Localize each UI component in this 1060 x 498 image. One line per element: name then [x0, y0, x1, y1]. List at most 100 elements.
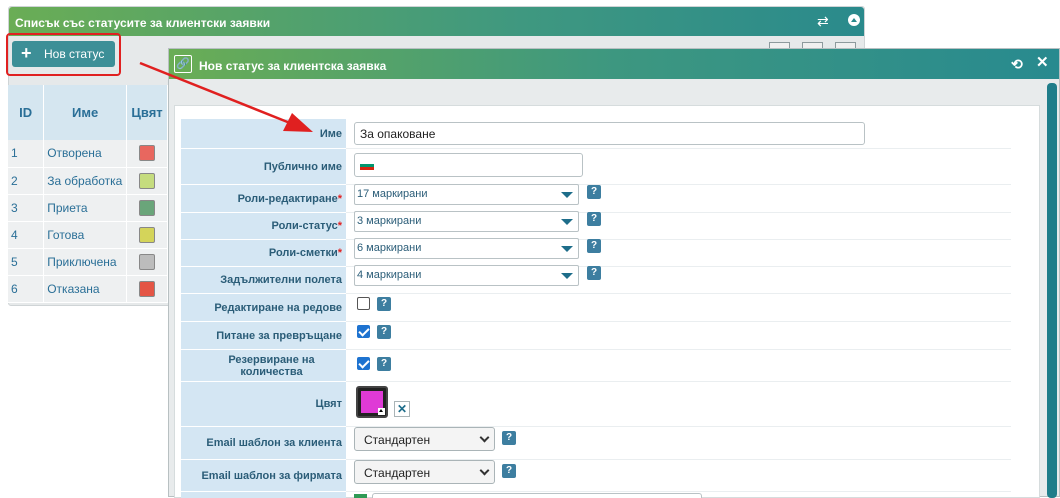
help-icon[interactable]: ? [587, 239, 601, 253]
bulgarian-flag-icon [360, 161, 374, 170]
color-value-cell [346, 382, 1011, 427]
table-row[interactable]: 4 Готова [8, 221, 168, 249]
ask-convert-value-cell [346, 322, 1011, 350]
reserve-qty-checkbox[interactable] [357, 357, 370, 370]
table-row[interactable]: 5 Приключена [8, 248, 168, 276]
table-row[interactable]: 1 Отворена [8, 140, 168, 168]
history-icon[interactable]: ⟲ [1011, 56, 1023, 72]
roles-status-label: Роли-статус * [181, 213, 346, 240]
help-icon[interactable]: ? [502, 464, 516, 478]
row-id: 2 [8, 167, 45, 195]
partial-input[interactable] [372, 493, 702, 498]
color-swatch [139, 253, 156, 270]
email-client-select[interactable]: Стандартен [354, 427, 495, 451]
row-color [126, 248, 168, 276]
help-icon[interactable]: ? [502, 431, 516, 445]
public-name-label: Публично име [181, 149, 346, 185]
row-color [126, 221, 168, 249]
row-name[interactable]: Отказана [43, 275, 128, 303]
roles-status-select[interactable]: 3 маркирани [354, 211, 579, 232]
help-icon[interactable]: ? [377, 357, 391, 371]
dropdown-arrow-icon [561, 219, 573, 225]
row-name[interactable]: Приключена [43, 248, 128, 276]
row-color [126, 194, 168, 222]
roles-edit-select[interactable]: 17 маркирани [354, 184, 579, 205]
row-name[interactable]: Готова [43, 221, 128, 249]
edit-rows-value-cell [346, 294, 1011, 322]
next-row-label [181, 492, 346, 498]
row-name[interactable]: За обработка [43, 167, 128, 195]
help-icon[interactable]: ? [377, 297, 391, 311]
roles-bills-value: 6 маркирани [357, 242, 422, 254]
chevron-down-icon [479, 465, 490, 476]
required-fields-label: Задължителни полета [181, 267, 346, 294]
ask-convert-checkbox[interactable] [357, 325, 370, 338]
row-id: 4 [8, 221, 45, 249]
table-row[interactable]: 2 За обработка [8, 167, 168, 195]
annotation-highlight-box [6, 33, 121, 76]
help-icon[interactable]: ? [587, 212, 601, 226]
reserve-qty-label: Резервиране на количества [181, 350, 346, 382]
table-row[interactable]: 6 Отказана [8, 275, 168, 303]
public-name-input[interactable] [354, 153, 583, 177]
reserve-qty-value-cell [346, 350, 1011, 382]
roles-edit-label: Роли-редактиране * [181, 185, 346, 213]
name-label: Име [181, 119, 346, 149]
color-swatch [139, 280, 156, 297]
col-header-name[interactable]: Име [43, 85, 128, 140]
swap-icon[interactable]: ⇄ [817, 13, 833, 29]
row-id: 3 [8, 194, 45, 222]
roles-bills-label: Роли-сметки * [181, 240, 346, 267]
new-status-dialog: 🔗 Нов статус за клиентска заявка ⟲ ✕ Име… [168, 48, 1060, 498]
partial-checkbox[interactable] [354, 494, 367, 498]
color-label: Цвят [181, 382, 346, 427]
row-color [126, 140, 168, 168]
email-client-label: Email шаблон за клиента [181, 427, 346, 460]
edit-rows-checkbox[interactable] [357, 297, 370, 310]
status-table: ID Име Цвят 1 Отворена 2 За обработка 3 Приет… [8, 85, 168, 303]
table-row[interactable]: 3 Приета [8, 194, 168, 222]
email-company-label: Email шаблон за фирмата [181, 460, 346, 492]
required-fields-value: 4 маркирани [357, 269, 422, 281]
color-picker-arrow-icon [378, 408, 385, 415]
row-name[interactable]: Приета [43, 194, 128, 222]
close-icon[interactable]: ✕ [1036, 55, 1049, 71]
dialog-title: Нов статус за клиентска заявка [199, 59, 387, 73]
help-icon[interactable]: ? [587, 266, 601, 280]
edit-rows-label: Редактиране на редове [181, 294, 346, 322]
dropdown-arrow-icon [561, 246, 573, 252]
help-icon[interactable]: ? [587, 185, 601, 199]
roles-bills-select[interactable]: 6 маркирани [354, 238, 579, 259]
col-header-color[interactable]: Цвят [126, 85, 168, 140]
required-fields-select[interactable]: 4 маркирани [354, 265, 579, 286]
collapse-icon[interactable] [848, 14, 860, 26]
email-client-value: Стандартен [364, 433, 431, 447]
color-swatch [139, 226, 156, 243]
row-color [126, 275, 168, 303]
row-color [126, 167, 168, 195]
dropdown-arrow-icon [561, 273, 573, 279]
clear-color-icon[interactable]: ✕ [394, 401, 410, 417]
roles-edit-value: 17 маркирани [357, 188, 428, 200]
color-swatch [139, 172, 156, 189]
name-input[interactable]: За опаковане [354, 122, 865, 145]
scrollbar[interactable] [1047, 83, 1057, 498]
dropdown-arrow-icon [561, 192, 573, 198]
row-id: 5 [8, 248, 45, 276]
row-id: 6 [8, 275, 45, 303]
col-header-id[interactable]: ID [8, 85, 45, 140]
color-swatch [139, 145, 156, 162]
row-name[interactable]: Отворена [43, 140, 128, 168]
link-icon: 🔗 [174, 55, 192, 73]
roles-status-value: 3 маркирани [357, 215, 422, 227]
help-icon[interactable]: ? [377, 325, 391, 339]
chevron-down-icon [479, 432, 490, 443]
panel-title: Списък със статусите за клиентски заявки [9, 7, 864, 36]
row-id: 1 [8, 140, 45, 168]
email-company-select[interactable]: Стандартен [354, 460, 495, 484]
ask-convert-label: Питане за превръщане [181, 322, 346, 350]
color-swatch [139, 199, 156, 216]
dialog-header: 🔗 Нов статус за клиентска заявка ⟲ ✕ [169, 49, 1059, 79]
color-picker[interactable] [356, 386, 388, 418]
email-company-value: Стандартен [364, 466, 431, 480]
